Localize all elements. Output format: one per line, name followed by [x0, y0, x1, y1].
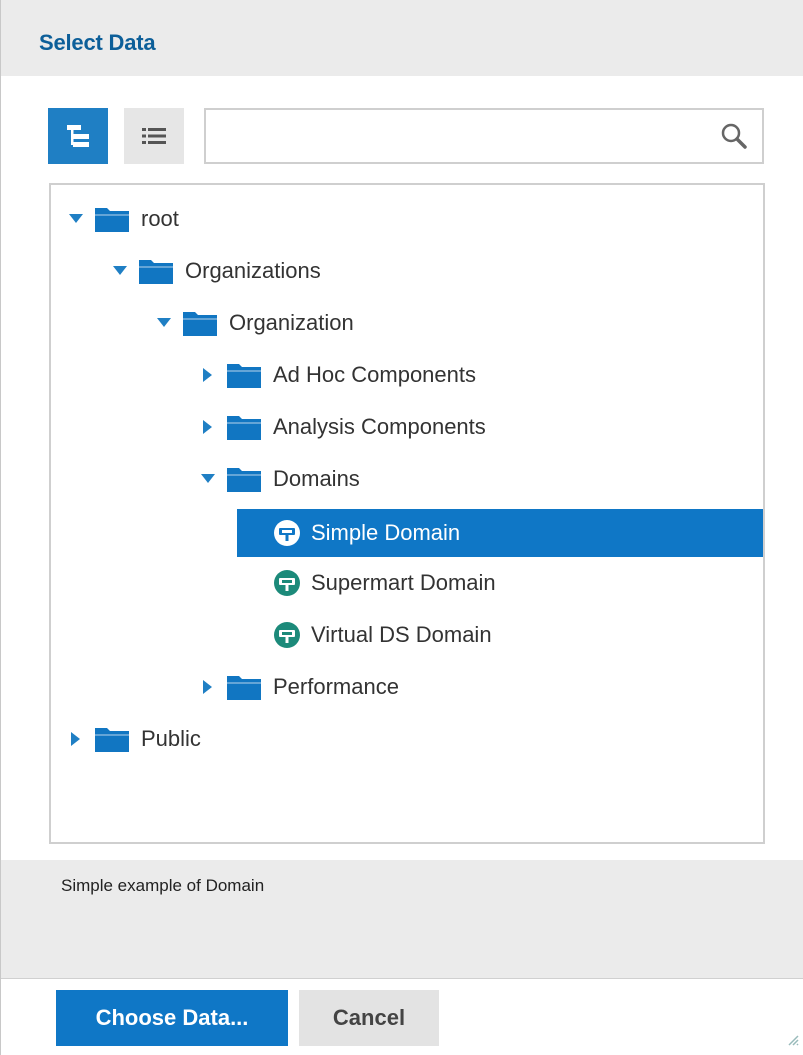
list-view-icon: [142, 128, 166, 144]
tree-view-icon: [67, 125, 89, 147]
dialog-titlebar: Select Data: [1, 0, 803, 76]
list-view-button[interactable]: [124, 108, 184, 164]
domain-icon: [273, 621, 301, 649]
folder-icon: [227, 362, 261, 388]
expand-arrow-icon[interactable]: [201, 680, 215, 694]
tree-node-analysis-components[interactable]: Analysis Components: [201, 405, 486, 449]
dialog-title: Select Data: [39, 30, 156, 55]
folder-icon: [139, 258, 173, 284]
folder-icon: [227, 414, 261, 440]
tree-node-ad-hoc-components[interactable]: Ad Hoc Components: [201, 353, 476, 397]
choose-data-button[interactable]: Choose Data...: [56, 990, 288, 1046]
select-data-dialog: Select Data root Organizations Organizat…: [0, 0, 803, 1055]
tree-node-performance[interactable]: Performance: [201, 665, 399, 709]
search-box: [204, 108, 764, 164]
repository-tree: root Organizations Organization Ad Hoc C…: [49, 183, 765, 844]
collapse-arrow-icon[interactable]: [157, 316, 171, 330]
tree-node-label: Performance: [273, 674, 399, 699]
tree-node-organization[interactable]: Organization: [157, 301, 354, 345]
tree-node-label: Organization: [229, 310, 354, 335]
search-input[interactable]: [214, 118, 704, 154]
tree-node-label: Simple Domain: [311, 520, 461, 545]
tree-node-label: Virtual DS Domain: [311, 622, 492, 647]
collapse-arrow-icon[interactable]: [201, 472, 215, 486]
tree-node-label: Ad Hoc Components: [273, 362, 476, 387]
tree-node-public[interactable]: Public: [69, 717, 201, 761]
collapse-arrow-icon[interactable]: [69, 212, 83, 226]
tree-node-root[interactable]: root: [69, 197, 179, 241]
collapse-arrow-icon[interactable]: [113, 264, 127, 278]
search-icon[interactable]: [720, 122, 748, 155]
tree-node-simple-domain[interactable]: Simple Domain: [237, 509, 763, 557]
tree-view-button[interactable]: [48, 108, 108, 164]
tree-node-label: Analysis Components: [273, 414, 486, 439]
tree-node-label: Public: [141, 726, 201, 751]
tree-node-label: Supermart Domain: [311, 570, 496, 595]
resource-description: Simple example of Domain: [61, 876, 265, 895]
folder-icon: [183, 310, 217, 336]
tree-node-label: Organizations: [185, 258, 321, 283]
folder-icon: [95, 206, 129, 232]
domain-icon: [273, 569, 301, 597]
tree-node-label: Domains: [273, 466, 360, 491]
tree-node-virtual-ds-domain[interactable]: Virtual DS Domain: [273, 613, 492, 657]
tree-node-label: root: [141, 206, 179, 231]
description-panel: Simple example of Domain: [1, 860, 803, 978]
tree-node-domains[interactable]: Domains: [201, 457, 360, 501]
expand-arrow-icon[interactable]: [69, 732, 83, 746]
expand-arrow-icon[interactable]: [201, 420, 215, 434]
cancel-button[interactable]: Cancel: [299, 990, 439, 1046]
folder-icon: [227, 674, 261, 700]
tree-node-organizations[interactable]: Organizations: [113, 249, 321, 293]
domain-icon: [273, 519, 301, 547]
resize-grip-icon[interactable]: [785, 1032, 799, 1051]
folder-icon: [95, 726, 129, 752]
footer-divider: [1, 978, 803, 979]
tree-node-supermart-domain[interactable]: Supermart Domain: [273, 561, 496, 605]
expand-arrow-icon[interactable]: [201, 368, 215, 382]
folder-icon: [227, 466, 261, 492]
